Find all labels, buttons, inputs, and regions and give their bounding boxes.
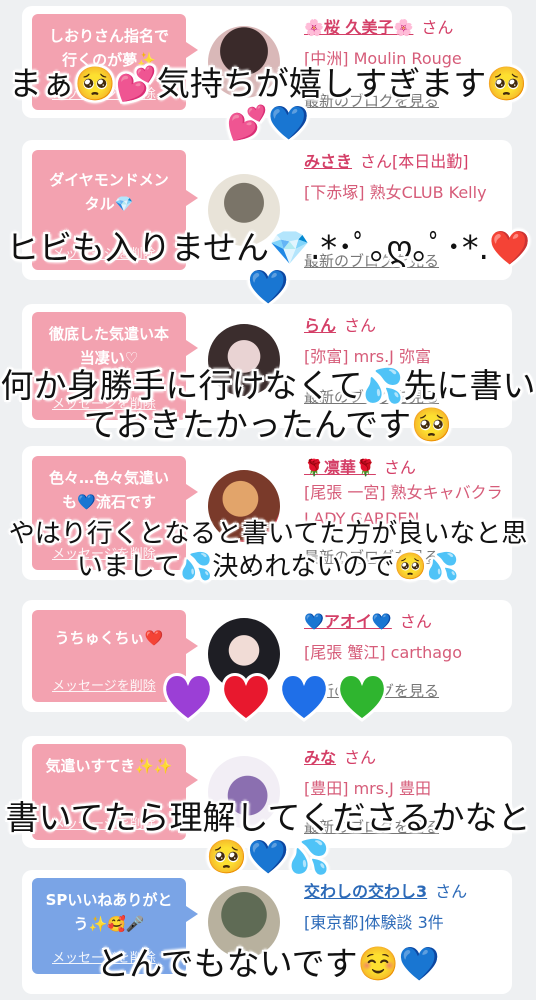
sender-name-link[interactable]: らん	[304, 316, 336, 335]
bubble-text: 徹底した気遣い本当凄い♡	[48, 325, 169, 367]
honorific: さん	[344, 748, 377, 767]
name-row: らん さん	[304, 312, 376, 336]
overlay-caption: やはり行くとなると書いてた方が良いなと思いまして💦決めれないので🥺💦	[8, 519, 528, 582]
overlay-caption: 書いてたら理解してくださるかなと🥺💙💦	[5, 798, 531, 876]
shop-info[interactable]: [東京都]体験談 3件	[304, 910, 514, 936]
sender-name-link[interactable]: 🌹凛華🌹	[304, 458, 376, 477]
heart-row	[160, 668, 390, 724]
name-row: 💙アオイ💙 さん	[304, 608, 432, 632]
bubble-text: うちゅくちぃ❤️	[54, 629, 164, 647]
sender-name-link[interactable]: みな	[304, 748, 336, 767]
bubble-text: ダイヤモンドメンタル💎	[49, 171, 169, 213]
bubble-tail	[186, 42, 198, 58]
red-heart-icon	[221, 673, 271, 722]
honorific: さん	[399, 612, 432, 631]
honorific: さん[本日出勤]	[360, 152, 469, 171]
hearts-svg	[163, 673, 387, 722]
sender-name-link[interactable]: 交わしの交わし3	[304, 882, 427, 901]
purple-heart-icon	[163, 673, 213, 722]
name-row: 交わしの交わし3 さん	[304, 878, 467, 902]
bubble-tail	[186, 340, 198, 356]
overlay-caption: 何か身勝手に行けなくて💦先に書いておきたかったんです🥺	[0, 366, 536, 444]
bubble-text: 気遣いすてき✨✨	[45, 757, 173, 775]
name-row: 🌸桜 久美子🌸 さん	[304, 14, 453, 38]
bubble-tail	[186, 484, 198, 500]
shop-info[interactable]: [尾張 蟹江] carthago	[304, 640, 514, 666]
bubble-text: SPいいねありがとう✨🥰🎤	[45, 891, 173, 933]
name-row: 🌹凛華🌹 さん	[304, 454, 416, 478]
shop-info[interactable]: [下赤塚] 熟女CLUB Kelly	[304, 180, 514, 206]
overlay-caption: ヒビも入りません💎.*･ﾟ｡ღ｡ﾟ･*.❤️💙	[5, 228, 531, 306]
honorific: さん	[435, 882, 468, 901]
name-row: みさき さん[本日出勤]	[304, 148, 469, 172]
sender-name-link[interactable]: 💙アオイ💙	[304, 612, 392, 631]
bubble-tail	[186, 638, 198, 654]
sender-name-link[interactable]: 🌸桜 久美子🌸	[304, 18, 413, 37]
honorific: さん	[383, 458, 416, 477]
sender-name-link[interactable]: みさき	[304, 152, 352, 171]
bubble-tail	[186, 772, 198, 788]
blue-heart-icon	[279, 673, 329, 722]
honorific: さん	[344, 316, 377, 335]
overlay-caption: とんでもないです☺️💙	[96, 944, 440, 983]
overlay-caption: まぁ🥺💕気持ちが嬉しすぎます🥺💕💙	[8, 64, 528, 142]
bubble-tail	[186, 906, 198, 922]
bubble-tail	[186, 190, 198, 206]
honorific: さん	[421, 18, 454, 37]
bubble-text: 色々…色々気遣いも💙流石です	[48, 469, 169, 511]
name-row: みな さん	[304, 744, 376, 768]
delete-message-link[interactable]: メッセージを削除	[52, 675, 156, 694]
green-heart-icon	[337, 673, 387, 722]
